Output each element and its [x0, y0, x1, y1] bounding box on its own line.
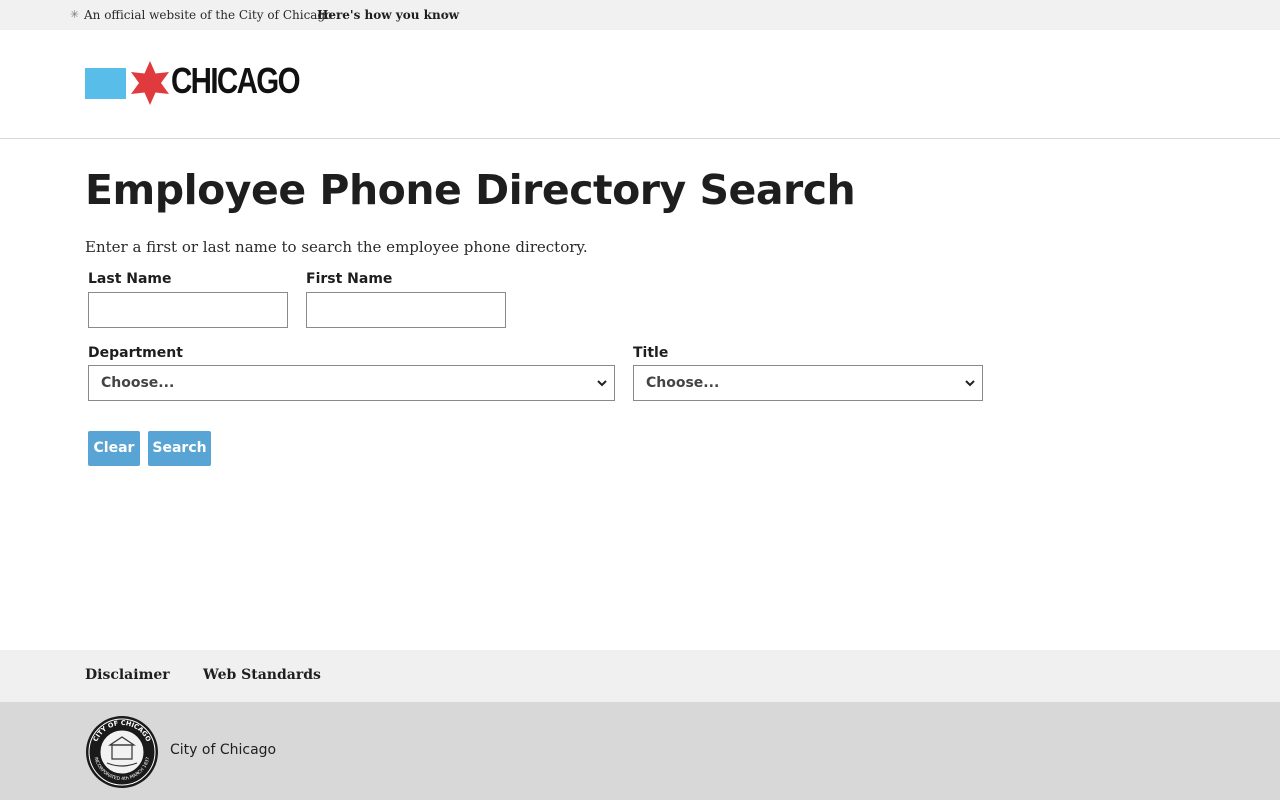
- official-site-text: An official website of the City of Chica…: [84, 8, 333, 22]
- flag-blue-block: [85, 68, 126, 99]
- title-selected-value: Choose...: [646, 375, 720, 391]
- star-icon: ✳: [70, 8, 80, 21]
- logo-wordmark: CHICAGO: [171, 60, 301, 101]
- last-name-label: Last Name: [88, 271, 172, 287]
- disclaimer-link[interactable]: Disclaimer: [85, 667, 170, 683]
- clear-button[interactable]: Clear: [88, 431, 140, 466]
- title-select[interactable]: Choose...: [633, 365, 983, 401]
- footer-bottom: CITY OF CHICAGO INCORPORATED 4th MARCH 1…: [0, 702, 1280, 800]
- city-seal-icon: CITY OF CHICAGO INCORPORATED 4th MARCH 1…: [86, 716, 158, 788]
- footer-city-name: City of Chicago: [170, 742, 277, 758]
- chicago-logo[interactable]: CHICAGO: [85, 60, 301, 110]
- first-name-input[interactable]: [306, 292, 506, 328]
- site-header: CHICAGO: [0, 30, 1280, 139]
- department-select[interactable]: Choose...: [88, 365, 615, 401]
- chevron-down-icon[interactable]: ⌄: [443, 9, 451, 19]
- official-banner: ✳ An official website of the City of Chi…: [0, 0, 1280, 30]
- chevron-down-icon: [965, 380, 975, 387]
- intro-text: Enter a first or last name to search the…: [85, 238, 588, 256]
- page-title: Employee Phone Directory Search: [85, 166, 856, 214]
- search-button[interactable]: Search: [148, 431, 211, 466]
- first-name-label: First Name: [306, 271, 393, 287]
- footer-links-bar: Disclaimer Web Standards: [0, 650, 1280, 702]
- title-label: Title: [633, 345, 669, 361]
- last-name-input[interactable]: [88, 292, 288, 328]
- chevron-down-icon: [597, 380, 607, 387]
- web-standards-link[interactable]: Web Standards: [203, 667, 321, 683]
- department-selected-value: Choose...: [101, 375, 175, 391]
- red-star-icon: [131, 61, 169, 105]
- how-you-know-toggle[interactable]: Here's how you know: [317, 8, 459, 22]
- department-label: Department: [88, 345, 183, 361]
